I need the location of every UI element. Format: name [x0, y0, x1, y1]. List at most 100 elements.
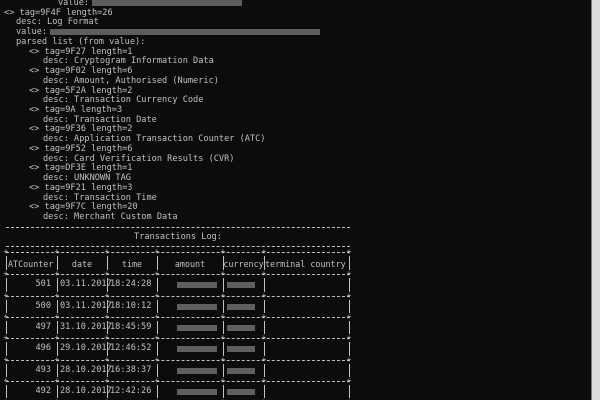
table-column-border: [264, 300, 265, 313]
table-column-border: [57, 342, 58, 356]
table-column-border: [223, 278, 224, 292]
table-column-border: [6, 256, 7, 270]
table-header-date: date: [71, 259, 93, 269]
table-corner-mark: +: [261, 312, 267, 321]
table-corner-mark: +: [54, 312, 60, 321]
table-corner-mark: +: [54, 355, 60, 364]
redacted-currency: [227, 325, 255, 331]
table-corner-mark: +: [54, 291, 60, 300]
table-column-border: [223, 321, 224, 334]
table-corner-mark: +: [220, 291, 226, 300]
table-cell-date: 03.11.2017: [60, 301, 112, 311]
table-cell-date: 29.10.2017: [60, 343, 112, 353]
table-corner-mark: +: [220, 247, 226, 256]
output-line: desc: Merchant Custom Data: [43, 211, 178, 223]
redacted-amount: [177, 389, 217, 395]
redacted-amount: [177, 325, 217, 331]
table-column-border: [57, 300, 58, 313]
redacted-amount: [177, 346, 217, 352]
table-cell-date: 28.10.2017: [60, 365, 112, 375]
table-corner-mark: +: [54, 376, 60, 385]
table-header-time: time: [121, 259, 143, 269]
table-corner-mark: +: [346, 333, 352, 342]
table-corner-mark: +: [104, 247, 110, 256]
redacted-amount: [177, 304, 217, 310]
table-column-border: [349, 256, 350, 270]
table-header-terminal-country: terminal country: [265, 259, 346, 269]
table-corner-mark: +: [346, 291, 352, 300]
table-column-border: [264, 364, 265, 377]
redacted-amount: [177, 282, 217, 288]
table-corner-mark: +: [3, 355, 9, 364]
table-column-border: [349, 300, 350, 313]
table-column-border: [223, 342, 224, 356]
table-corner-mark: +: [154, 247, 160, 256]
table-corner-mark: +: [3, 312, 9, 321]
table-column-border: [157, 300, 158, 313]
output-line-text: desc: Merchant Custom Data: [43, 212, 178, 223]
table-cell-date: 31.10.2017: [60, 322, 112, 332]
table-column-border: [349, 342, 350, 356]
table-cell-time: 12:42:26: [110, 386, 152, 396]
table-corner-mark: +: [104, 291, 110, 300]
table-cell-date: 03.11.2017: [60, 279, 112, 289]
table-corner-mark: +: [154, 312, 160, 321]
table-column-border: [264, 321, 265, 334]
table-corner-mark: +: [154, 333, 160, 342]
table-corner-mark: +: [154, 376, 160, 385]
table-column-border: [157, 321, 158, 334]
table-column-border: [157, 342, 158, 356]
table-corner-mark: +: [261, 291, 267, 300]
table-cell-time: 18:10:12: [110, 301, 152, 311]
table-cell-time: 18:45:59: [110, 322, 152, 332]
table-cell-date: 28.10.2017: [60, 386, 112, 396]
table-column-border: [349, 321, 350, 334]
table-header-atcounter: ATCounter: [8, 259, 54, 269]
redacted-amount: [177, 368, 217, 374]
table-corner-mark: +: [346, 269, 352, 278]
table-column-border: [349, 278, 350, 292]
table-corner-mark: +: [261, 269, 267, 278]
table-corner-mark: +: [54, 247, 60, 256]
table-column-border: [157, 385, 158, 398]
table-column-border: [157, 278, 158, 292]
table-column-border: [349, 385, 350, 398]
separator-top: [6, 227, 350, 228]
table-column-border: [223, 364, 224, 377]
table-cell-time: 12:46:52: [110, 343, 152, 353]
table-column-border: [157, 364, 158, 377]
table-cell-time: 18:24:28: [110, 279, 152, 289]
table-column-border: [264, 342, 265, 356]
table-cell-atc: 497: [35, 322, 51, 332]
table-corner-mark: +: [261, 376, 267, 385]
redacted-currency: [227, 282, 255, 288]
table-corner-mark: +: [3, 376, 9, 385]
table-corner-mark: +: [104, 269, 110, 278]
table-cell-atc: 496: [35, 343, 51, 353]
log-title: Transactions Log:: [134, 232, 222, 242]
redacted-currency: [227, 389, 255, 395]
table-corner-mark: +: [3, 291, 9, 300]
vertical-scrollbar[interactable]: [591, 0, 600, 400]
table-corner-mark: +: [261, 355, 267, 364]
table-corner-mark: +: [54, 269, 60, 278]
table-corner-mark: +: [346, 376, 352, 385]
table-corner-mark: +: [220, 269, 226, 278]
table-corner-mark: +: [220, 312, 226, 321]
table-corner-mark: +: [346, 247, 352, 256]
redacted-currency: [227, 346, 255, 352]
redacted-currency: [227, 368, 255, 374]
table-corner-mark: +: [154, 355, 160, 364]
table-header-amount: amount: [174, 259, 206, 269]
table-column-border: [264, 385, 265, 398]
table-corner-mark: +: [54, 333, 60, 342]
table-cell-atc: 500: [35, 301, 51, 311]
table-cell-atc: 493: [35, 365, 51, 375]
table-corner-mark: +: [104, 312, 110, 321]
table-column-border: [57, 364, 58, 377]
redacted-currency: [227, 304, 255, 310]
table-corner-mark: +: [220, 376, 226, 385]
table-column-border: [57, 278, 58, 292]
redacted-value: [50, 28, 321, 35]
table-corner-mark: +: [220, 333, 226, 342]
